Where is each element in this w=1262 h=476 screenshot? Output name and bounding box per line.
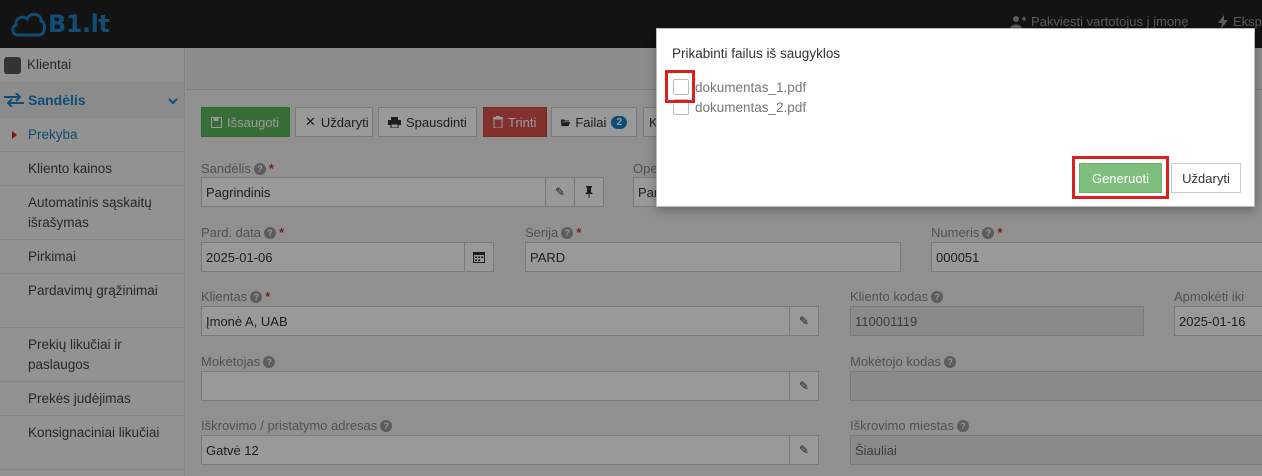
checkbox-highlight — [665, 70, 695, 103]
modal-title: Prikabinti failus iš saugyklos — [672, 46, 841, 61]
file-1-name: dokumentas_1.pdf — [695, 79, 807, 95]
file-2-name: dokumentas_2.pdf — [695, 99, 807, 115]
attach-files-modal: Prikabinti failus iš saugyklos dokumenta… — [656, 28, 1255, 207]
modal-close-button[interactable]: Uždaryti — [1171, 163, 1241, 193]
generate-highlight — [1072, 156, 1169, 199]
